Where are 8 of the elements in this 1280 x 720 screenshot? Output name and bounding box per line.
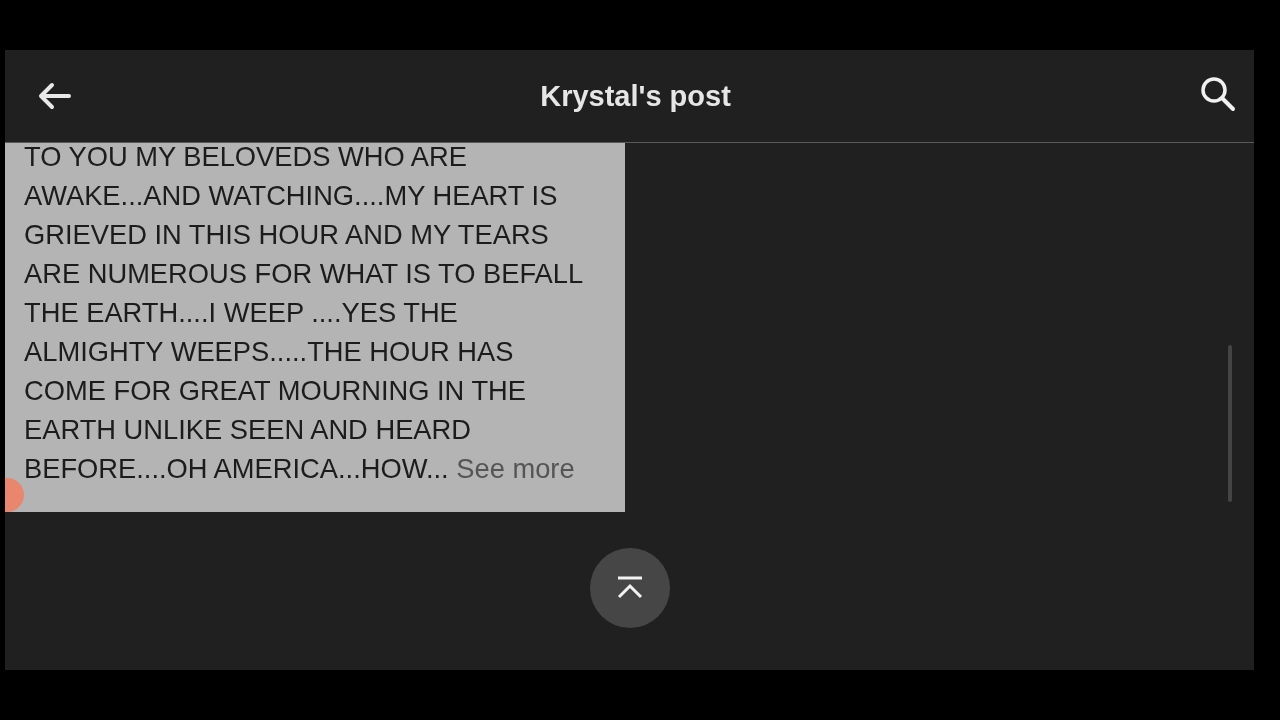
arrow-to-top-icon: [615, 576, 645, 600]
touch-indicator-icon: [5, 477, 25, 512]
back-arrow-icon[interactable]: [37, 82, 71, 110]
search-icon[interactable]: [1200, 76, 1236, 112]
scrollbar[interactable]: [1228, 345, 1232, 502]
post-text: TO YOU MY BELOVEDS WHO ARE AWAKE...AND WATCHING....MY HEART IS GRIEVED IN THIS HOUR AND MY TEARS ARE NUMEROUS FOR WHAT IS TO BEFALL THE EARTH....I WEEP ....YES THE ALMIGHTY WEEPS.....THE HOUR HAS COME FOR GREAT MOURNING IN THE EARTH UNLIKE SEEN AND HEARD BEFORE....OH AMERICA...HOW... See more: [23, 143, 585, 486]
see-more-link[interactable]: See more: [456, 453, 575, 484]
page-title: Krystal's post: [540, 79, 731, 113]
